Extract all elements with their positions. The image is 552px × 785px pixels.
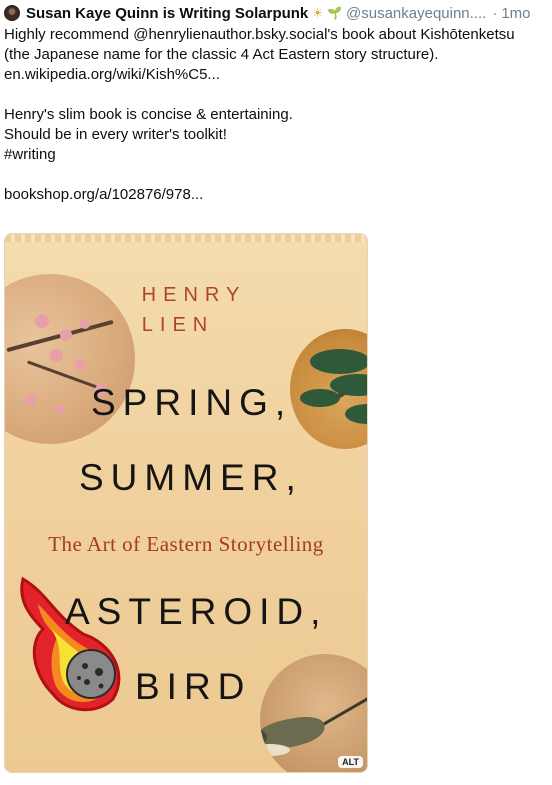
cover-title-line: SUMMER, [79,457,303,498]
author-display-name[interactable]: Susan Kaye Quinn is Writing Solarpunk [26,5,308,22]
post-text-line: Should be in every writer's toolkit! [4,126,227,143]
cover-top-border [5,234,367,242]
sprout-emoji-icon: 🌱 [327,6,342,20]
post-text-line: Highly recommend @henrylienauthor.bsky.s… [4,26,515,63]
cover-subtitle: The Art of Eastern Storytelling [48,532,324,556]
post-text-line: Henry's slim book is concise & entertain… [4,106,293,123]
cover-title-line: SPRING, [91,382,293,423]
alt-text-badge[interactable]: ALT [338,756,363,768]
cover-author-last-name: LIEN [141,314,215,336]
author-handle[interactable]: @susankayequinn.... [346,5,486,22]
post-header: Susan Kaye Quinn is Writing Solarpunk ☀ … [4,4,549,22]
post-image[interactable]: HENRY LIEN SPRING, SUMMER, The Art of Ea… [4,233,368,773]
wikipedia-link[interactable]: en.wikipedia.org/wiki/Kish%C5... [4,66,220,83]
book-cover: HENRY LIEN SPRING, SUMMER, The Art of Ea… [5,234,367,772]
cover-title-line: BIRD [135,666,252,707]
post[interactable]: Susan Kaye Quinn is Writing Solarpunk ☀ … [0,0,552,785]
hashtag-link[interactable]: #writing [4,146,56,163]
cover-title-line: ASTEROID, [65,591,328,632]
pine-tree-illustration [290,329,367,449]
cover-author-first-name: HENRY [141,284,247,306]
post-body: Highly recommend @henrylienauthor.bsky.s… [4,25,544,205]
separator-dot: · [492,4,498,22]
sun-emoji-icon: ☀ [312,6,324,20]
bookshop-link[interactable]: bookshop.org/a/102876/978... [4,186,203,203]
post-timestamp[interactable]: 1mo [501,5,530,22]
avatar[interactable] [4,5,20,21]
